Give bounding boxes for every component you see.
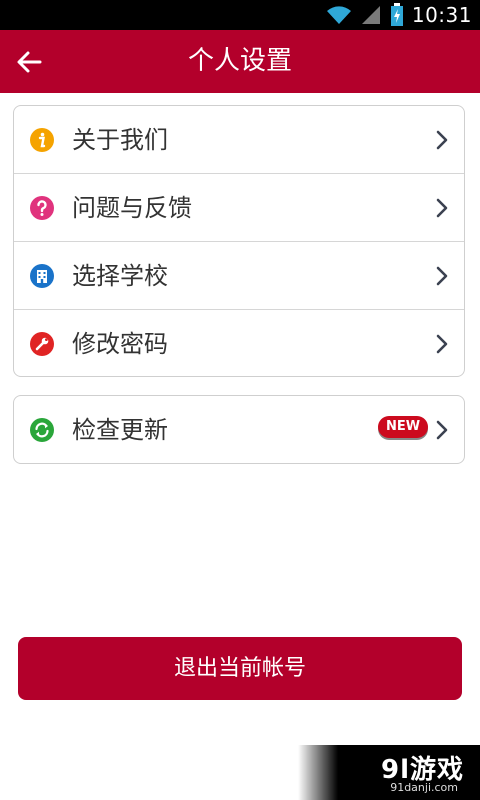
settings-menu-group: 关于我们 问题与反馈 选择学校 修改密码 (13, 105, 465, 377)
menu-item-about-us[interactable]: 关于我们 (14, 106, 464, 174)
logout-button[interactable]: 退出当前帐号 (18, 637, 462, 700)
watermark: 9l游戏 91danji.com (298, 745, 480, 800)
clock-time: 10:31 (411, 3, 472, 27)
question-icon (30, 196, 54, 220)
status-bar: 10:31 (0, 0, 480, 30)
wifi-icon (326, 6, 351, 24)
app-bar: 个人设置 (0, 30, 480, 93)
back-button[interactable] (12, 45, 46, 79)
menu-item-change-password[interactable]: 修改密码 (14, 310, 464, 376)
page-title: 个人设置 (187, 46, 292, 76)
chevron-right-icon (436, 198, 448, 218)
menu-item-select-school[interactable]: 选择学校 (14, 242, 464, 310)
chevron-right-icon (436, 420, 448, 440)
chevron-right-icon (436, 266, 448, 286)
watermark-url: 91danji.com (390, 781, 458, 794)
chevron-right-icon (436, 334, 448, 354)
menu-item-label: 关于我们 (72, 126, 168, 154)
menu-item-feedback[interactable]: 问题与反馈 (14, 174, 464, 242)
update-menu-group: 检查更新 NEW (13, 395, 465, 464)
menu-item-label: 问题与反馈 (72, 194, 192, 222)
building-icon (30, 264, 54, 288)
info-icon (30, 128, 54, 152)
battery-charging-icon (390, 3, 403, 26)
menu-item-label: 检查更新 (72, 416, 168, 444)
signal-icon (361, 6, 380, 24)
arrow-left-icon (17, 51, 42, 73)
refresh-icon (30, 418, 54, 442)
menu-item-check-update[interactable]: 检查更新 NEW (14, 396, 464, 463)
menu-item-label: 选择学校 (72, 262, 168, 290)
chevron-right-icon (436, 130, 448, 150)
wrench-icon (30, 332, 54, 356)
menu-item-label: 修改密码 (72, 330, 168, 358)
status-icons: 10:31 (326, 0, 472, 30)
new-badge: NEW (378, 416, 428, 438)
